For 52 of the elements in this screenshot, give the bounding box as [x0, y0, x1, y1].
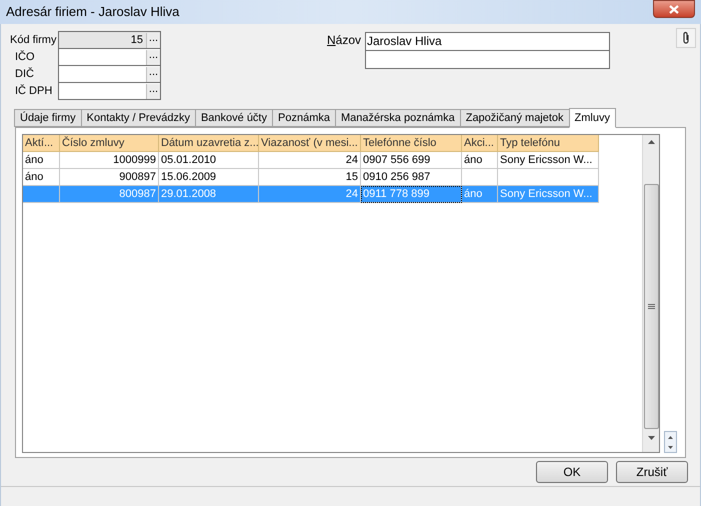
scroll-down-icon [648, 436, 654, 440]
browse-button[interactable]: ... [146, 32, 160, 48]
input-field[interactable]: ... [58, 65, 161, 83]
field-label: DIČ [15, 66, 34, 82]
browse-button[interactable]: ... [146, 50, 160, 64]
scrollbar[interactable] [642, 135, 659, 452]
field-label: IČO [15, 49, 35, 65]
column-header[interactable]: Typ telefónu [498, 135, 599, 152]
table-cell: 800987 [60, 186, 159, 203]
column-header[interactable]: Akci... [462, 135, 498, 152]
browse-button[interactable]: ... [146, 66, 160, 82]
close-button[interactable] [653, 0, 695, 18]
table-cell: áno [462, 186, 498, 203]
input-field[interactable]: 15 ... [58, 31, 161, 49]
column-header[interactable]: Aktí... [23, 135, 60, 152]
field-label: IČ DPH [15, 83, 52, 99]
paperclip-icon [682, 31, 690, 45]
table-cell: 0911 778 899 [361, 186, 462, 203]
spin-button[interactable] [664, 431, 677, 453]
field-label: Kód firmy [10, 33, 56, 48]
scroll-up-icon [648, 140, 654, 144]
tab[interactable]: Zmluvy [568, 108, 616, 128]
table-cell: 29.01.2008 [159, 186, 259, 203]
tab[interactable]: Kontakty / Prevádzky [80, 109, 196, 127]
down-icon [668, 446, 673, 448]
browse-button[interactable]: ... [146, 84, 160, 98]
up-icon [668, 436, 673, 438]
attachment-button[interactable] [676, 28, 696, 48]
dialog-button[interactable]: Zrušiť [616, 461, 688, 483]
input-field[interactable]: ... [58, 48, 161, 66]
input-field[interactable]: ... [58, 82, 161, 100]
column-header[interactable]: Viazanosť (v mesi... [259, 135, 361, 152]
tab[interactable]: Zapožičaný majetok [460, 109, 570, 127]
table-row[interactable]: áno 1000999 05.01.2010 24 0907 556 699 áno Sony Ericsson W... [23, 152, 599, 169]
window-title: Adresár firiem - Jaroslav Hliva [6, 3, 180, 22]
table-cell [23, 186, 60, 203]
table-row[interactable]: áno 900897 15.06.2009 15 0910 256 987 [23, 169, 599, 186]
tab[interactable]: Bankové účty [194, 109, 273, 127]
close-icon [669, 4, 679, 14]
tab[interactable]: Údaje firmy [14, 109, 82, 127]
scroll-thumb[interactable] [644, 184, 658, 429]
table-cell: Sony Ericsson W... [498, 186, 599, 203]
name-label: Názov [327, 32, 362, 49]
grip-icon [648, 304, 654, 309]
tab[interactable]: Poznámka [272, 109, 336, 127]
name-field[interactable]: Jaroslav Hliva [365, 32, 610, 69]
dialog-button[interactable]: OK [536, 461, 608, 483]
tab[interactable]: Manažérska poznámka [334, 109, 461, 127]
table-cell: 24 [259, 186, 361, 203]
column-header[interactable]: Telefónne číslo [361, 135, 462, 152]
column-header[interactable]: Číslo zmluvy [60, 135, 159, 152]
column-header[interactable]: Dátum uzavretia z... [159, 135, 259, 152]
